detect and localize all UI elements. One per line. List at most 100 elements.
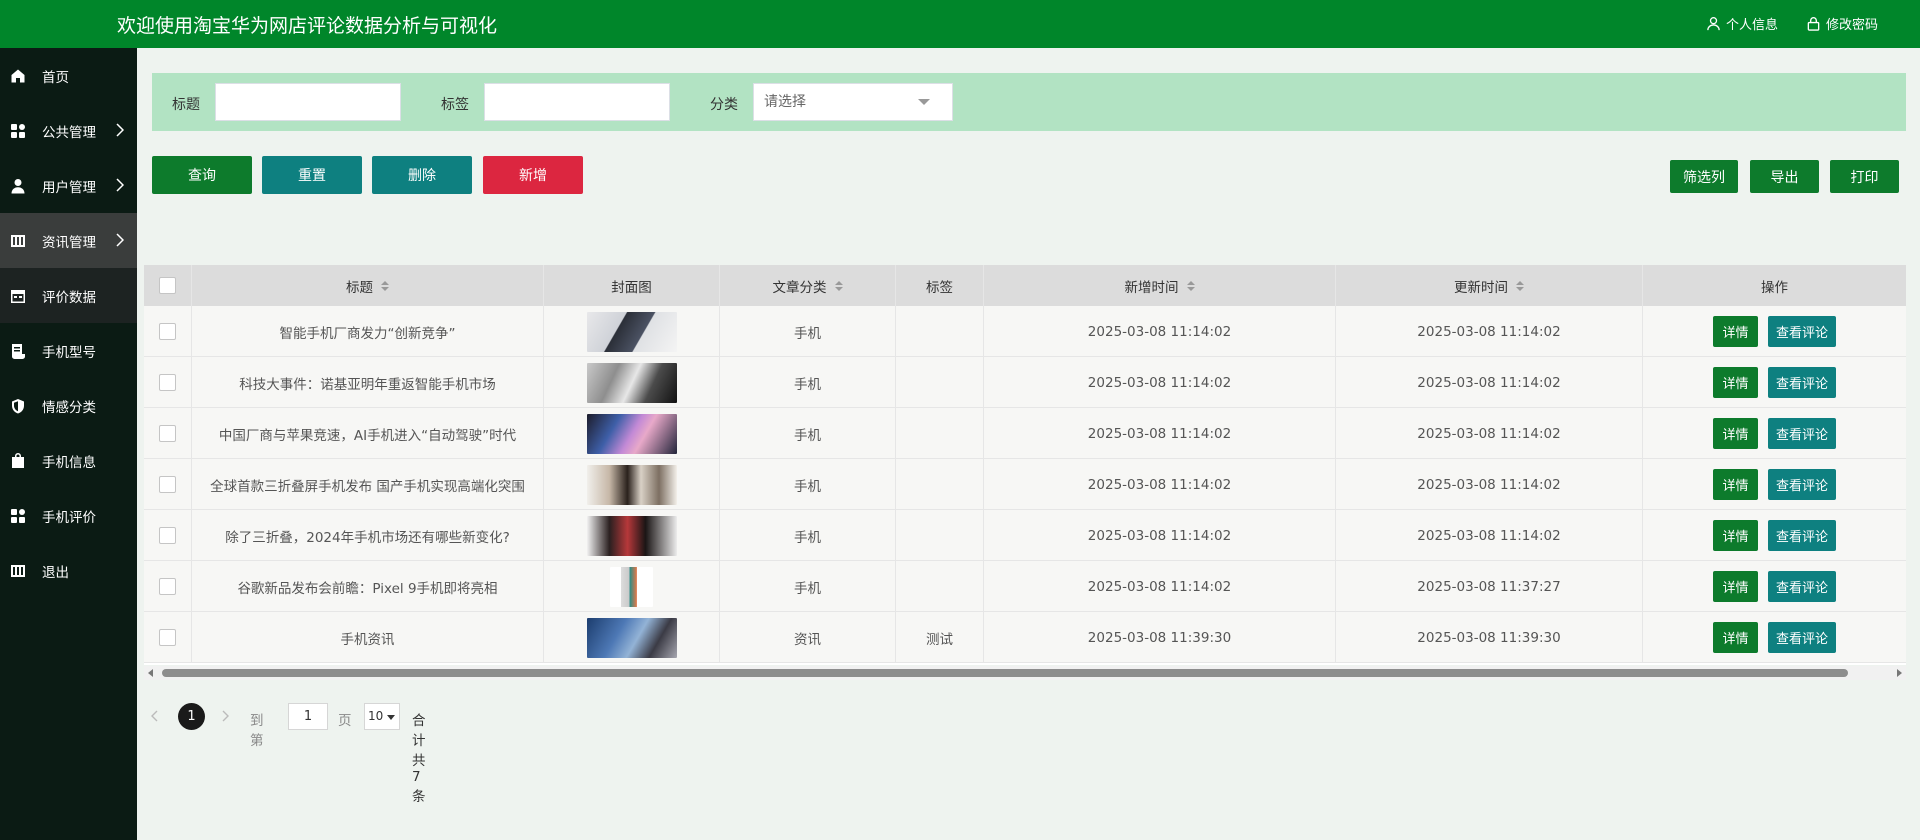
- detail-button[interactable]: 详情: [1713, 418, 1758, 449]
- sidebar-item-label: 资讯管理: [42, 235, 96, 251]
- cover-image[interactable]: [586, 464, 677, 505]
- column-header-actions: 操作: [1643, 265, 1906, 306]
- column-header-title[interactable]: 标题: [192, 265, 544, 306]
- view-reviews-button[interactable]: 查看评论: [1768, 469, 1836, 500]
- updated-time-cell: 2025-03-08 11:14:02: [1336, 510, 1643, 561]
- sidebar-item-logout[interactable]: 退出: [0, 543, 137, 598]
- sidebar-item-phone-review[interactable]: 手机评价: [0, 488, 137, 543]
- created-time-cell: 2025-03-08 11:39:30: [984, 612, 1336, 663]
- row-checkbox[interactable]: [159, 527, 176, 544]
- cover-image[interactable]: [586, 515, 677, 556]
- cover-image[interactable]: [610, 566, 653, 607]
- chevron-down-icon: [918, 99, 930, 105]
- page-size-select[interactable]: 10: [364, 703, 400, 730]
- scroll-left-icon[interactable]: [148, 669, 153, 677]
- row-checkbox[interactable]: [159, 323, 176, 340]
- view-reviews-button[interactable]: 查看评论: [1768, 622, 1836, 653]
- actions-cell: 详情 查看评论: [1643, 561, 1906, 612]
- next-page-icon[interactable]: [222, 710, 230, 722]
- grid-icon: [9, 122, 26, 139]
- cover-image[interactable]: [586, 362, 677, 403]
- calendar-icon: [9, 287, 26, 304]
- column-header-created[interactable]: 新增时间: [984, 265, 1336, 306]
- row-checkbox[interactable]: [159, 425, 176, 442]
- current-page-button[interactable]: 1: [178, 703, 205, 730]
- view-reviews-button[interactable]: 查看评论: [1768, 418, 1836, 449]
- row-checkbox[interactable]: [159, 629, 176, 646]
- sidebar-item-review-data[interactable]: 评价数据: [0, 268, 137, 323]
- column-header-category[interactable]: 文章分类: [720, 265, 896, 306]
- row-checkbox[interactable]: [159, 476, 176, 493]
- change-password-link[interactable]: 修改密码: [1806, 14, 1878, 33]
- sidebar-item-label: 评价数据: [42, 290, 96, 306]
- actions-cell: 详情 查看评论: [1643, 408, 1906, 459]
- home-icon: [9, 67, 26, 84]
- sort-icon[interactable]: [834, 280, 843, 291]
- sidebar-item-label: 情感分类: [42, 400, 96, 416]
- row-checkbox[interactable]: [159, 374, 176, 391]
- horizontal-scrollbar[interactable]: [144, 666, 1906, 680]
- column-header-updated[interactable]: 更新时间: [1336, 265, 1643, 306]
- sort-icon[interactable]: [1186, 280, 1195, 291]
- cover-image[interactable]: [586, 311, 677, 352]
- view-reviews-button[interactable]: 查看评论: [1768, 367, 1836, 398]
- table-row: 谷歌新品发布会前瞻：Pixel 9手机即将亮相 手机 2025-03-08 11:1…: [144, 561, 1906, 612]
- title-cell: 中国厂商与苹果竞速，AI手机进入“自动驾驶”时代: [192, 408, 544, 459]
- detail-button[interactable]: 详情: [1713, 520, 1758, 551]
- cover-image[interactable]: [586, 413, 677, 454]
- delete-button[interactable]: 删除: [372, 156, 472, 194]
- created-time-cell: 2025-03-08 11:14:02: [984, 459, 1336, 510]
- sidebar-item-public-management[interactable]: 公共管理: [0, 103, 137, 158]
- select-all-cell: [144, 265, 192, 306]
- sidebar-item-label: 手机信息: [42, 455, 96, 471]
- cover-cell: [544, 306, 720, 357]
- actions-cell: 详情 查看评论: [1643, 357, 1906, 408]
- top-header: 欢迎使用淘宝华为网店评论数据分析与可视化 个人信息 修改密码: [0, 0, 1920, 48]
- row-checkbox[interactable]: [159, 578, 176, 595]
- data-table: 标题 封面图 文章分类 标签 新增时间 更新时间 操作 智能手机厂商发力“创新竞…: [144, 265, 1906, 665]
- add-button[interactable]: 新增: [483, 156, 583, 194]
- cover-image[interactable]: [586, 617, 677, 658]
- sort-icon[interactable]: [1516, 280, 1524, 291]
- scrollbar-thumb[interactable]: [162, 669, 1848, 677]
- updated-time-cell: 2025-03-08 11:14:02: [1336, 306, 1643, 357]
- scroll-right-icon[interactable]: [1897, 669, 1902, 677]
- sidebar-item-phone-model[interactable]: 手机型号: [0, 323, 137, 378]
- detail-button[interactable]: 详情: [1713, 367, 1758, 398]
- category-cell: 手机: [720, 561, 896, 612]
- scroll-icon: [9, 342, 26, 359]
- view-reviews-button[interactable]: 查看评论: [1768, 571, 1836, 602]
- sidebar-item-sentiment[interactable]: 情感分类: [0, 378, 137, 433]
- sidebar-item-news-management[interactable]: 资讯管理: [0, 213, 137, 268]
- sort-icon[interactable]: [381, 280, 389, 291]
- grid-icon: [9, 507, 26, 524]
- chevron-right-icon: [116, 123, 124, 137]
- sidebar-item-user-management[interactable]: 用户管理: [0, 158, 137, 213]
- title-filter-input[interactable]: [215, 83, 401, 121]
- reset-button[interactable]: 重置: [262, 156, 362, 194]
- tag-filter-input[interactable]: [484, 83, 670, 121]
- select-all-checkbox[interactable]: [159, 277, 176, 294]
- goto-page-input[interactable]: 1: [288, 703, 328, 730]
- query-button[interactable]: 查询: [152, 156, 252, 194]
- sidebar-item-phone-info[interactable]: 手机信息: [0, 433, 137, 488]
- sidebar-item-label: 用户管理: [42, 180, 96, 196]
- export-button[interactable]: 导出: [1750, 160, 1819, 193]
- category-select[interactable]: 请选择: [753, 83, 953, 121]
- view-reviews-button[interactable]: 查看评论: [1768, 316, 1836, 347]
- sidebar-item-home[interactable]: 首页: [0, 48, 137, 103]
- profile-link[interactable]: 个人信息: [1706, 14, 1778, 33]
- cover-cell: [544, 561, 720, 612]
- detail-button[interactable]: 详情: [1713, 316, 1758, 347]
- print-button[interactable]: 打印: [1830, 160, 1899, 193]
- category-cell: 资讯: [720, 612, 896, 663]
- prev-page-icon[interactable]: [150, 710, 158, 722]
- row-select-cell: [144, 459, 192, 510]
- view-reviews-button[interactable]: 查看评论: [1768, 520, 1836, 551]
- row-select-cell: [144, 510, 192, 561]
- detail-button[interactable]: 详情: [1713, 622, 1758, 653]
- sidebar-item-label: 手机评价: [42, 510, 96, 526]
- detail-button[interactable]: 详情: [1713, 469, 1758, 500]
- filter-columns-button[interactable]: 筛选列: [1670, 160, 1738, 193]
- detail-button[interactable]: 详情: [1713, 571, 1758, 602]
